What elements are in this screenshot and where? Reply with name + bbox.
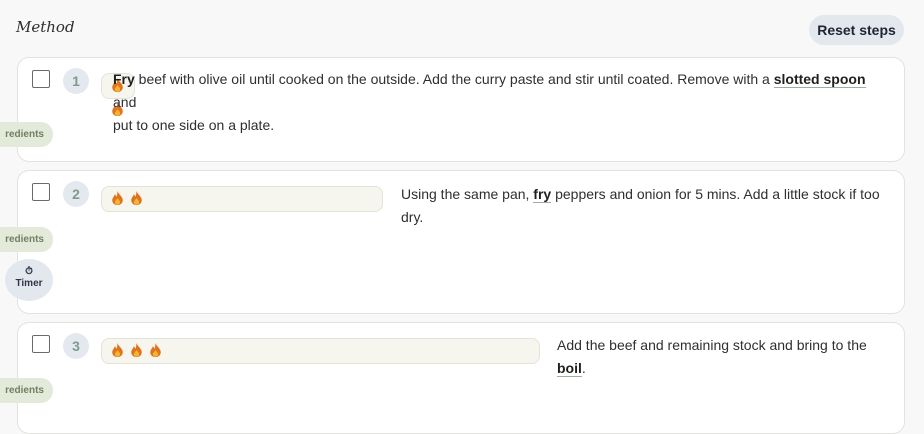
step-1-text-part: put to one side on a plate. [113, 117, 275, 133]
step-2-checkbox[interactable] [32, 183, 50, 201]
step-2-heat-indicator [101, 186, 383, 212]
flame-icon [150, 343, 161, 357]
ingredients-tab-3[interactable]: redients [0, 378, 53, 403]
step-2-term-fry[interactable]: fry [533, 186, 552, 203]
step-3-heat-indicator [101, 338, 540, 364]
step-3-flames [112, 342, 169, 359]
reset-steps-button[interactable]: Reset steps [809, 15, 904, 45]
flame-icon [112, 191, 123, 205]
timer-label: Timer [15, 278, 43, 289]
method-heading: Method [16, 18, 75, 36]
step-card-1: 1 Fry beef with olive oil until cooked o… [17, 57, 905, 162]
step-1-text-part: and [113, 94, 137, 110]
step-3-term-boil[interactable]: boil [557, 360, 582, 377]
step-card-2: 2 Using the same pan, fry peppers and on… [17, 170, 905, 314]
step-1-checkbox[interactable] [32, 70, 50, 88]
step-1-number: 1 [63, 68, 89, 94]
timer-button[interactable]: ⏱ Timer [5, 259, 53, 301]
flame-icon [131, 343, 142, 357]
step-card-3: 3 Add the beef and remaining stock and b… [17, 322, 905, 434]
stopwatch-icon: ⏱ [25, 266, 33, 277]
step-1-term-fry[interactable]: Fry [113, 71, 135, 87]
step-1-term-slotted-spoon[interactable]: slotted spoon [773, 71, 866, 88]
step-2-text-part: Using the same pan, [401, 186, 534, 202]
step-3-number: 3 [63, 333, 89, 359]
step-3-text: Add the beef and remaining stock and bri… [557, 334, 897, 380]
step-1-text: Fry beef with olive oil until cooked on … [113, 68, 883, 137]
step-3-text-part: Add the beef and remaining stock and bri… [557, 337, 867, 353]
ingredients-tab-2[interactable]: redients [0, 227, 53, 252]
step-1-text-part: beef with olive oil until cooked on the … [134, 71, 774, 87]
step-2-text: Using the same pan, fry peppers and onio… [401, 183, 896, 229]
step-2-flames [112, 190, 150, 207]
flame-icon [131, 191, 142, 205]
step-3-text-part: . [581, 360, 586, 376]
ingredients-tab-1[interactable]: redients [0, 122, 53, 147]
step-3-checkbox[interactable] [32, 335, 50, 353]
flame-icon [112, 343, 123, 357]
step-2-number: 2 [63, 181, 89, 207]
